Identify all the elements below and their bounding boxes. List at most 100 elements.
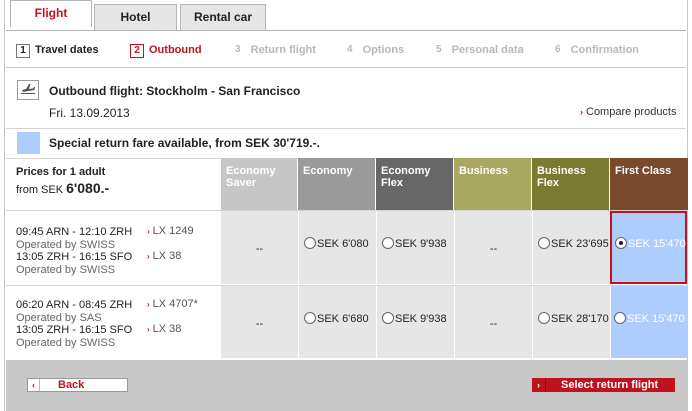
arrow-right-icon: ›: [532, 378, 546, 392]
prices-from-value: 6'080.-: [66, 180, 110, 196]
segment-route: 06:20 ARN - 08:45 ZRH: [16, 299, 133, 311]
flight-number: LX 1249: [152, 225, 194, 237]
fare-price: SEK 15'470: [627, 313, 685, 325]
tab-flight[interactable]: Flight: [10, 0, 92, 27]
step-label: Return flight: [250, 44, 316, 56]
compare-products-link[interactable]: › Compare products: [580, 106, 677, 118]
flight-title: Outbound flight: Stockholm - San Francis…: [49, 84, 301, 98]
segment-route: 09:45 ARN - 12:10 ZRH: [16, 226, 133, 238]
arrow-right-icon: ›: [147, 252, 150, 261]
radio-button[interactable]: [614, 312, 626, 324]
flight-number: LX 4707*: [152, 298, 198, 310]
segment-operator: Operated by SAS: [16, 311, 102, 324]
tab-divider: [6, 30, 686, 31]
radio-button[interactable]: [382, 237, 394, 249]
itinerary-2: 06:20 ARN - 08:45 ZRH Operated by SAS 13…: [16, 299, 132, 349]
prices-from: from SEK 6'080.-: [16, 180, 109, 196]
radio-button-selected[interactable]: [615, 237, 627, 249]
flight-number-link[interactable]: › LX 38: [147, 250, 181, 264]
back-button-label: Back: [58, 379, 85, 391]
fare-cell-business: --: [454, 286, 532, 358]
arrow-right-icon: ›: [147, 300, 150, 309]
step-travel-dates[interactable]: 1 Travel dates: [16, 44, 99, 58]
segment-operator: Operated by SWISS: [16, 238, 116, 251]
step-outbound: 2 Outbound: [130, 44, 202, 58]
arrow-right-icon: ›: [580, 107, 583, 117]
airplane-icon: [17, 80, 39, 100]
arrow-right-icon: ›: [147, 325, 150, 334]
flight-number-link[interactable]: › LX 38: [147, 323, 181, 337]
tab-rental-car[interactable]: Rental car: [180, 4, 266, 30]
fare-cell-first-class-selected: SEK 15'470: [610, 211, 687, 284]
step-number: 1: [16, 44, 30, 58]
fare-price: SEK 9'938: [395, 238, 447, 250]
fare-cell-economy-saver: --: [220, 211, 298, 284]
radio-button[interactable]: [304, 312, 316, 324]
back-button[interactable]: ‹ Back: [27, 378, 128, 392]
step-number: 3: [235, 44, 241, 55]
fare-cell-economy: SEK 6'080: [298, 211, 376, 284]
step-label: Confirmation: [570, 44, 640, 56]
fare-price: SEK 15'470: [628, 238, 686, 250]
flight-number: LX 38: [152, 250, 182, 262]
step-return-flight: 3 Return flight: [235, 44, 316, 58]
fare-cell-economy: SEK 6'680: [298, 286, 376, 358]
flight-number-link[interactable]: › LX 1249: [147, 225, 194, 239]
fare-option[interactable]: SEK 9'938: [382, 312, 447, 325]
fare-cell-economy-flex: SEK 9'938: [376, 211, 454, 284]
segment-route: 13:05 ZRH - 16:15 SFO: [16, 251, 133, 263]
select-return-flight-label: Select return flight: [561, 379, 659, 391]
fare-price: SEK 23'695: [551, 238, 609, 250]
step-label: Options: [362, 44, 405, 56]
segment-operator: Operated by SWISS: [16, 263, 116, 276]
select-return-flight-button[interactable]: › Select return flight: [532, 378, 675, 392]
radio-button[interactable]: [538, 237, 550, 249]
fare-option[interactable]: SEK 23'695: [538, 237, 609, 250]
step-personal-data: 5 Personal data: [436, 44, 524, 58]
fare-cell-first-class: SEK 15'470: [610, 286, 687, 358]
fare-option[interactable]: SEK 28'170: [538, 312, 609, 325]
arrow-right-icon: ›: [147, 227, 150, 236]
special-fare-swatch: [17, 132, 40, 154]
fare-unavailable: --: [255, 243, 264, 255]
prices-from-prefix: from SEK: [16, 184, 67, 196]
step-number: 6: [555, 44, 561, 55]
fare-cell-economy-flex: SEK 9'938: [376, 286, 454, 358]
fare-price: SEK 6'080: [317, 238, 369, 250]
radio-button[interactable]: [304, 237, 316, 249]
fare-cell-business-flex: SEK 23'695: [532, 211, 610, 284]
flight-number-link[interactable]: › LX 4707*: [147, 298, 198, 312]
prices-label: Prices for 1 adult: [16, 166, 106, 178]
radio-button[interactable]: [382, 312, 394, 324]
fare-header-economy-saver: Economy Saver: [221, 158, 297, 210]
steps-divider: [6, 67, 686, 68]
special-fare-text: Special return fare available, from SEK …: [49, 136, 320, 150]
tab-hotel[interactable]: Hotel: [94, 4, 177, 30]
radio-button[interactable]: [538, 312, 550, 324]
step-number: 4: [347, 44, 353, 55]
fare-price: SEK 9'938: [395, 313, 447, 325]
arrow-left-icon: ‹: [28, 379, 40, 391]
step-label: Personal data: [451, 44, 524, 56]
fare-option[interactable]: SEK 6'080: [304, 237, 369, 250]
itinerary-1: 09:45 ARN - 12:10 ZRH Operated by SWISS …: [16, 226, 132, 276]
fare-option[interactable]: SEK 6'680: [304, 312, 369, 325]
fare-option[interactable]: SEK 15'470: [615, 237, 686, 250]
fare-unavailable: --: [489, 243, 498, 255]
flight-number: LX 38: [152, 323, 182, 335]
step-label: Outbound: [149, 44, 202, 56]
fare-unavailable: --: [489, 318, 498, 330]
fare-price: SEK 6'680: [317, 313, 369, 325]
flight-date: Fri. 13.09.2013: [49, 106, 130, 120]
fare-cell-business-flex: SEK 28'170: [532, 286, 610, 358]
compare-products-label: Compare products: [586, 106, 677, 118]
step-label: Travel dates: [35, 44, 99, 56]
fare-price: SEK 28'170: [551, 313, 609, 325]
fare-header-economy-flex: Economy Flex: [376, 158, 453, 210]
fare-option[interactable]: SEK 9'938: [382, 237, 447, 250]
fare-header-business: Business: [454, 158, 531, 210]
segment-operator: Operated by SWISS: [16, 336, 116, 349]
fare-cell-business: --: [454, 211, 532, 284]
step-number: 2: [130, 44, 144, 58]
fare-option[interactable]: SEK 15'470: [614, 312, 685, 325]
